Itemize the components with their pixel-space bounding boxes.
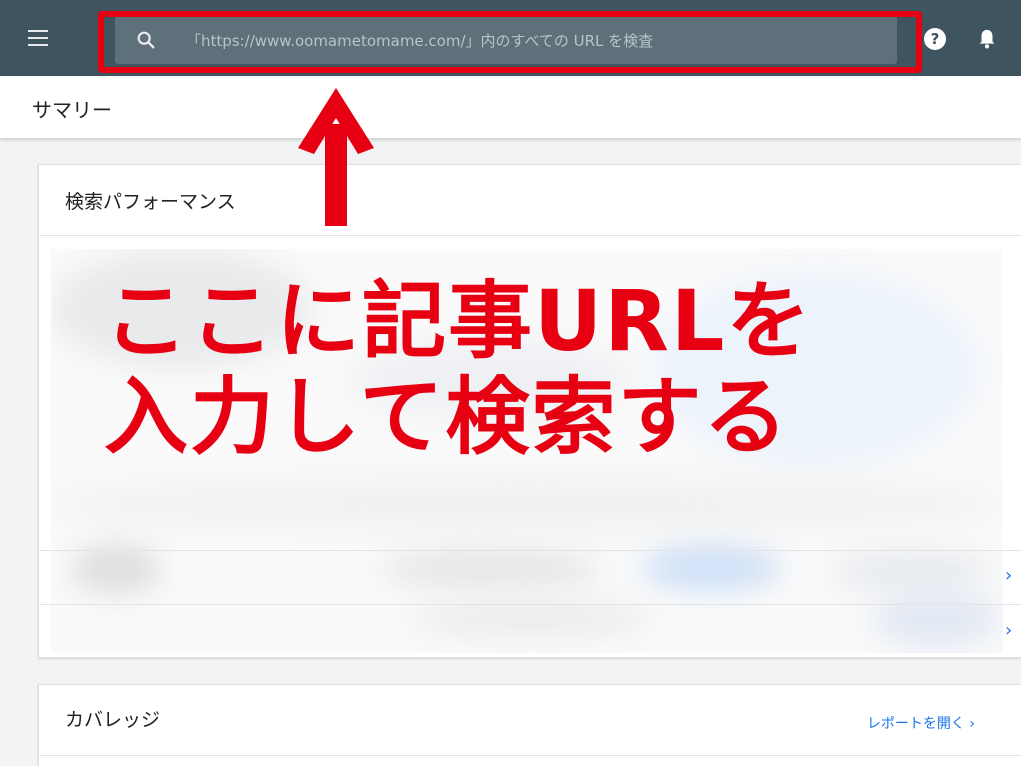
notifications-bell-icon[interactable] (976, 27, 998, 51)
card-divider (39, 755, 1021, 756)
card-divider (39, 235, 1021, 236)
search-performance-title: 検索パフォーマンス (65, 191, 236, 213)
open-report-link[interactable]: レポートを開く › (867, 713, 975, 733)
annotation-arrow-up-icon (298, 88, 374, 226)
annotation-line-2: 入力して検索する (104, 368, 790, 466)
hamburger-menu-icon[interactable] (28, 30, 48, 46)
coverage-card: カバレッジ レポートを開く › (38, 684, 1021, 766)
chevron-right-icon[interactable]: › (1005, 565, 1012, 586)
coverage-title: カバレッジ (65, 709, 161, 731)
top-app-bar: 「https://www.oomametomame.com/」内のすべての UR… (0, 0, 1021, 76)
row-divider (39, 550, 1021, 551)
chevron-right-icon[interactable]: › (1005, 620, 1012, 641)
annotation-instruction: ここに記事URLを 入力して検索する (104, 273, 812, 465)
annotation-line-1: ここに記事URLを (104, 272, 813, 370)
page-header: サマリー (0, 76, 1021, 138)
row-divider (39, 604, 1021, 605)
search-highlight-frame (98, 11, 922, 73)
page-title: サマリー (32, 98, 112, 122)
help-icon[interactable]: ? (924, 28, 946, 50)
